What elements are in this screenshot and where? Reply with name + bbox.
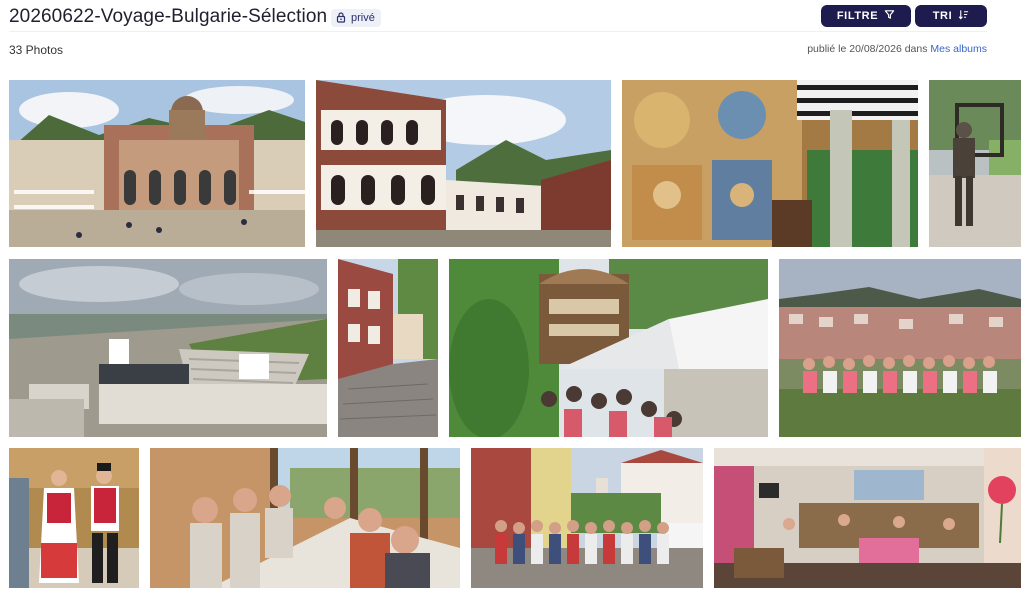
- privacy-badge[interactable]: privé: [331, 9, 381, 27]
- photo-thumbnail[interactable]: [622, 80, 918, 247]
- album-header: 20260622-Voyage-Bulgarie-Sélection privé…: [0, 0, 1024, 70]
- sort-icon: [958, 9, 969, 23]
- photo-thumbnail[interactable]: [9, 259, 327, 437]
- photo-thumbnail[interactable]: [316, 80, 611, 247]
- photo-thumbnail[interactable]: [471, 448, 703, 588]
- photo-thumbnail[interactable]: [338, 259, 438, 437]
- sort-button-label: TRI: [932, 10, 953, 22]
- funnel-icon: [884, 9, 895, 23]
- photo-thumbnail[interactable]: [929, 80, 1021, 247]
- photo-thumbnail[interactable]: [9, 80, 305, 247]
- my-albums-link[interactable]: Mes albums: [930, 43, 987, 55]
- album-title: 20260622-Voyage-Bulgarie-Sélection: [9, 6, 328, 27]
- sort-button[interactable]: TRI: [915, 5, 987, 27]
- photo-thumbnail[interactable]: [9, 448, 139, 588]
- filter-button[interactable]: FILTRE: [821, 5, 911, 27]
- header-divider: [9, 31, 987, 32]
- publication-info: publié le 20/08/2026 dans Mes albums: [807, 43, 987, 55]
- photo-thumbnail[interactable]: [714, 448, 1021, 588]
- publication-date: publié le 20/08/2026 dans: [807, 43, 931, 55]
- filter-button-label: FILTRE: [836, 10, 879, 22]
- lock-icon: [335, 11, 347, 26]
- photo-thumbnail[interactable]: [449, 259, 768, 437]
- photo-thumbnail[interactable]: [779, 259, 1021, 437]
- privacy-label: privé: [351, 12, 375, 24]
- photo-count: 33 Photos: [9, 43, 64, 57]
- photo-thumbnail[interactable]: [150, 448, 460, 588]
